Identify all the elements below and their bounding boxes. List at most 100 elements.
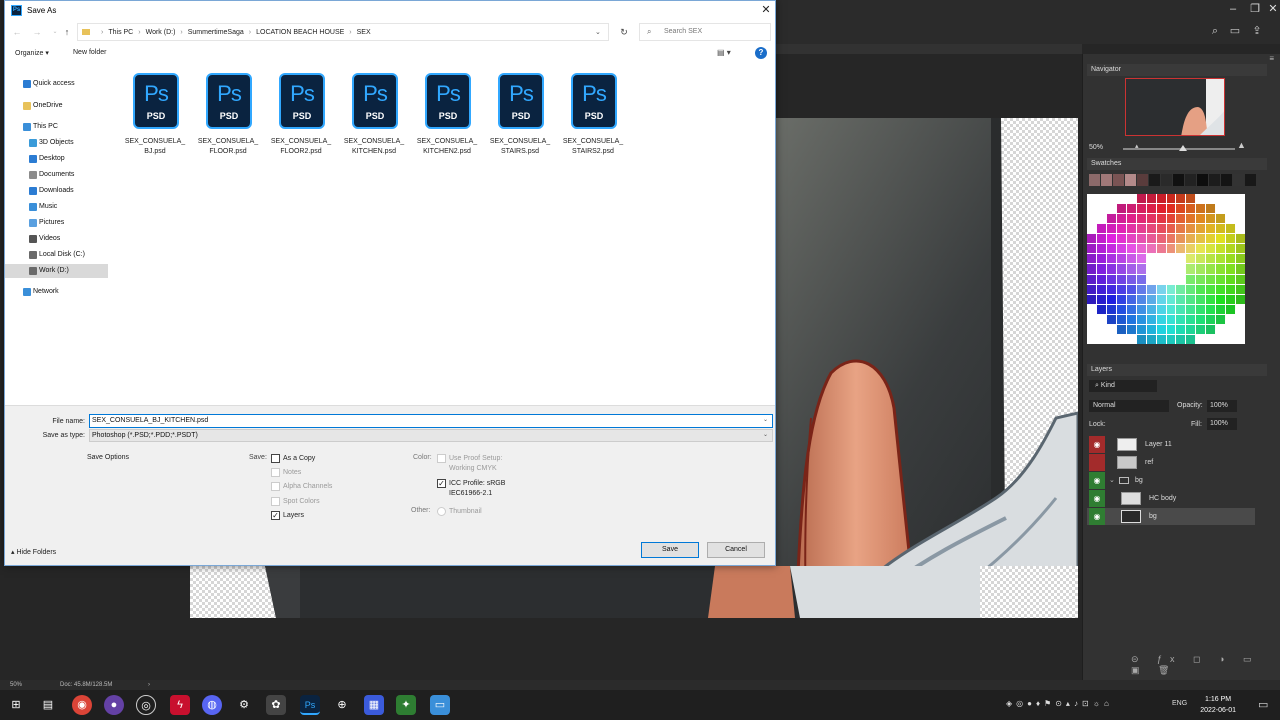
swatch[interactable] bbox=[1116, 334, 1126, 344]
swatch[interactable] bbox=[1116, 194, 1126, 204]
eye-icon[interactable]: ◉ bbox=[1089, 508, 1105, 525]
swatch[interactable] bbox=[1096, 284, 1106, 294]
swatch[interactable] bbox=[1216, 234, 1226, 244]
chevron-down-icon[interactable]: ⌄ bbox=[1109, 472, 1115, 489]
eye-icon[interactable]: ◉ bbox=[1089, 490, 1105, 507]
notifications-icon[interactable]: ▭ bbox=[1258, 698, 1268, 711]
swatch[interactable] bbox=[1137, 174, 1148, 186]
swatch[interactable] bbox=[1226, 194, 1236, 204]
swatch[interactable] bbox=[1087, 304, 1096, 314]
swatch[interactable] bbox=[1136, 334, 1146, 344]
swatch[interactable] bbox=[1126, 334, 1136, 344]
swatch[interactable] bbox=[1096, 194, 1106, 204]
swatch[interactable] bbox=[1206, 274, 1216, 284]
swatch[interactable] bbox=[1206, 224, 1216, 234]
swatch[interactable] bbox=[1116, 264, 1126, 274]
swatch[interactable] bbox=[1087, 324, 1096, 334]
swatch[interactable] bbox=[1116, 234, 1126, 244]
zoom-out-icon[interactable]: ▴ bbox=[1135, 142, 1139, 150]
refresh-icon[interactable]: ↻ bbox=[617, 25, 631, 39]
swatch[interactable] bbox=[1146, 234, 1156, 244]
swatch[interactable] bbox=[1125, 174, 1136, 186]
swatch[interactable] bbox=[1236, 314, 1245, 324]
checkbox-checked-icon[interactable]: ✓ bbox=[437, 479, 446, 488]
swatch[interactable] bbox=[1116, 244, 1126, 254]
search-icon[interactable]: ⌕ bbox=[1208, 24, 1222, 38]
swatch[interactable] bbox=[1096, 274, 1106, 284]
swatch[interactable] bbox=[1146, 264, 1156, 274]
layer-actions-toolbar[interactable]: ⊝ ƒx ◻ ◑ ▭ ▣ 🗑 bbox=[1131, 654, 1280, 676]
swatch[interactable] bbox=[1226, 214, 1236, 224]
swatch[interactable] bbox=[1126, 204, 1136, 214]
swatch[interactable] bbox=[1226, 294, 1236, 304]
swatch[interactable] bbox=[1236, 304, 1245, 314]
swatch[interactable] bbox=[1156, 264, 1166, 274]
swatch[interactable] bbox=[1156, 224, 1166, 234]
canvas-artwork-lower[interactable] bbox=[190, 566, 1078, 618]
language-indicator[interactable]: ENG bbox=[1172, 700, 1187, 707]
zoom-in-icon[interactable]: ▲ bbox=[1237, 140, 1246, 150]
swatch[interactable] bbox=[1096, 224, 1106, 234]
swatch[interactable] bbox=[1146, 204, 1156, 214]
swatch[interactable] bbox=[1106, 234, 1116, 244]
swatch[interactable] bbox=[1236, 244, 1245, 254]
swatch[interactable] bbox=[1146, 214, 1156, 224]
swatch[interactable] bbox=[1126, 284, 1136, 294]
swatch[interactable] bbox=[1096, 214, 1106, 224]
swatch[interactable] bbox=[1196, 274, 1206, 284]
minimize-icon[interactable]: – bbox=[1224, 2, 1242, 16]
swatch[interactable] bbox=[1226, 234, 1236, 244]
swatch[interactable] bbox=[1176, 224, 1186, 234]
swatch[interactable] bbox=[1176, 194, 1186, 204]
fill-input[interactable]: 100% bbox=[1207, 418, 1237, 430]
swatch[interactable] bbox=[1166, 324, 1176, 334]
swatch[interactable] bbox=[1087, 264, 1096, 274]
swatch[interactable] bbox=[1106, 304, 1116, 314]
swatch[interactable] bbox=[1106, 274, 1116, 284]
swatch[interactable] bbox=[1206, 304, 1216, 314]
swatch[interactable] bbox=[1226, 334, 1236, 344]
swatch[interactable] bbox=[1216, 294, 1226, 304]
swatch[interactable] bbox=[1186, 274, 1196, 284]
swatch[interactable] bbox=[1236, 204, 1245, 214]
swatch[interactable] bbox=[1206, 194, 1216, 204]
layer-row[interactable]: ◉ HC body bbox=[1087, 490, 1255, 507]
swatch[interactable] bbox=[1209, 174, 1220, 186]
swatch[interactable] bbox=[1156, 214, 1166, 224]
swatch[interactable] bbox=[1126, 324, 1136, 334]
swatch[interactable] bbox=[1186, 294, 1196, 304]
swatch[interactable] bbox=[1116, 274, 1126, 284]
nav-item-onedrive[interactable]: OneDrive bbox=[5, 99, 117, 113]
swatch[interactable] bbox=[1116, 294, 1126, 304]
chevron-down-icon[interactable]: ⌄ bbox=[763, 431, 768, 438]
navigator-panel-header[interactable]: Navigator bbox=[1087, 64, 1267, 76]
swatch[interactable] bbox=[1106, 224, 1116, 234]
swatch[interactable] bbox=[1226, 204, 1236, 214]
swatch[interactable] bbox=[1156, 294, 1166, 304]
adobe-icon[interactable]: ϟ bbox=[170, 695, 190, 715]
recent-locations-icon[interactable]: ⌄ bbox=[49, 26, 61, 38]
swatch[interactable] bbox=[1186, 334, 1196, 344]
swatch[interactable] bbox=[1186, 244, 1196, 254]
swatch[interactable] bbox=[1176, 334, 1186, 344]
swatch[interactable] bbox=[1196, 294, 1206, 304]
swatch[interactable] bbox=[1196, 334, 1206, 344]
swatch[interactable] bbox=[1176, 254, 1186, 264]
swatch[interactable] bbox=[1176, 234, 1186, 244]
swatch[interactable] bbox=[1206, 234, 1216, 244]
cancel-button[interactable]: Cancel bbox=[707, 542, 765, 558]
swatch[interactable] bbox=[1196, 264, 1206, 274]
swatch[interactable] bbox=[1156, 314, 1166, 324]
swatch[interactable] bbox=[1096, 304, 1106, 314]
swatch[interactable] bbox=[1096, 334, 1106, 344]
swatch[interactable] bbox=[1186, 314, 1196, 324]
up-arrow-icon[interactable]: ↑ bbox=[61, 26, 73, 38]
swatch[interactable] bbox=[1106, 334, 1116, 344]
swatch[interactable] bbox=[1087, 334, 1096, 344]
share-icon[interactable]: ⇪ bbox=[1250, 24, 1264, 38]
swatch[interactable] bbox=[1136, 234, 1146, 244]
swatch[interactable] bbox=[1226, 304, 1236, 314]
photoshop-taskbar-icon[interactable]: Ps bbox=[300, 695, 320, 715]
swatches-panel-header[interactable]: Swatches bbox=[1087, 158, 1267, 170]
swatch[interactable] bbox=[1089, 174, 1100, 186]
